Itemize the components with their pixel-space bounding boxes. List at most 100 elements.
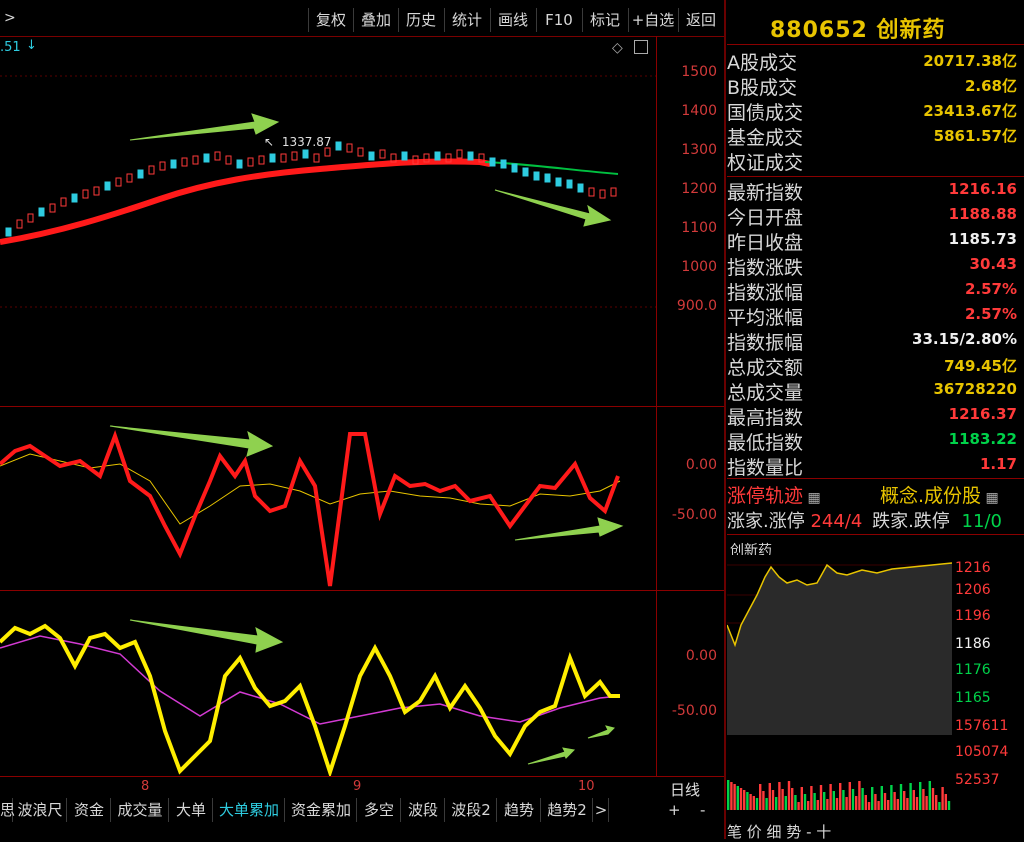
stat-label: 基金成交 [727,127,804,149]
volume-bar [730,782,733,810]
volume-bar [765,798,768,810]
volume-bar [922,789,925,810]
stat-row: 平均涨幅 2.57% [727,303,1017,329]
candle [170,159,177,169]
zoom-in-button[interactable]: + [668,801,681,819]
tabs-scroll-right-icon[interactable]: > [594,798,609,822]
mini-volume-tick: 52537 [955,772,1000,788]
tab-trend[interactable]: 趋势 [498,798,541,822]
candle [192,155,199,165]
overlay-button[interactable]: 叠加 [353,8,398,32]
index-title: 880652 创新药 [770,12,946,44]
stat-value: 30.43 [969,255,1017,273]
stat-value: 2.57% [964,305,1017,323]
volume-bar [842,790,845,810]
tab-big-order-cumulative[interactable]: 大单累加 [214,798,285,822]
mark-button[interactable]: 标记 [582,8,627,32]
y-tick: -50.00 [671,703,717,719]
mini-price-tick: 1165 [955,690,991,706]
stat-value: 5861.57亿 [933,127,1017,145]
candle [247,157,254,167]
mini-volume-tick: 105074 [955,744,1009,760]
mini-volume-tick: 157611 [955,718,1009,734]
x-label-month: 10 [578,779,595,794]
period-label[interactable]: 日线 [670,779,700,800]
volume-bar [813,793,816,810]
candle [82,189,89,199]
candle [577,183,584,193]
stat-value: 749.45亿 [944,357,1017,375]
fuquan-button[interactable]: 复权 [308,8,353,32]
f10-button[interactable]: F10 [536,8,581,32]
y-tick: 1300 [681,142,717,158]
volume-bar [928,781,931,810]
volume-bar [810,786,813,810]
volume-bar [826,799,829,810]
tab-volume[interactable]: 成交量 [112,798,169,822]
tab-band[interactable]: 波段 [402,798,445,822]
y-tick: 900.0 [676,298,717,314]
index-name: 创新药 [876,18,946,43]
statistics-button[interactable]: 统计 [444,8,489,32]
stat-label: 指数量比 [727,457,804,479]
add-watchlist-button[interactable]: +自选 [628,8,677,32]
stat-label: B股成交 [727,77,798,99]
volume-bar [925,796,928,810]
volume-bar [807,801,810,810]
stat-row: B股成交 2.68亿 [727,73,1017,99]
indicator1-signal-line [0,453,621,525]
volume-bar [883,793,887,810]
volume-bar [899,784,903,810]
stat-row: 总成交额 749.45亿 [727,353,1017,379]
volume-bar [938,802,941,810]
volume-bar [935,795,938,810]
concept-label: 概念.成份股 [880,485,982,507]
candle [379,149,386,159]
concept-constituents[interactable]: 概念.成份股 ▦ [880,481,999,508]
candle [291,151,298,161]
candle [544,173,551,183]
stat-value: 2.57% [964,280,1017,298]
mini-price-tick: 1216 [955,560,991,576]
mini-price-tick: 1176 [955,662,991,678]
volume-bar [749,794,752,810]
volume-bar [746,792,749,810]
candle [610,187,617,197]
volume-bar [919,782,922,810]
volume-bar [864,795,867,810]
tab-truncated[interactable]: 思 [0,798,15,822]
panel-divider [0,776,724,777]
zoom-out-button[interactable]: - [700,801,705,819]
candle [522,167,529,177]
candle [93,186,100,196]
stat-row: 最低指数 1183.22 [727,428,1017,454]
candle [511,163,518,173]
chart-toolbar: > 复权 叠加 历史 统计 画线 F10 标记 +自选 返回 [0,0,724,37]
draw-line-button[interactable]: 画线 [490,8,535,32]
stat-label: 最低指数 [727,432,804,454]
stat-value: 1216.37 [948,405,1017,423]
mini-chart-divider [727,534,1024,535]
candle [126,173,133,183]
tab-long-short[interactable]: 多空 [358,798,401,822]
candle [599,189,606,199]
volume-bar [858,781,861,810]
volume-bar [896,799,899,810]
volume-bar [775,797,778,810]
history-button[interactable]: 历史 [398,8,443,32]
tab-band2[interactable]: 波段2 [446,798,497,822]
expand-arrow-icon[interactable]: > [4,10,16,26]
volume-bar [871,787,874,810]
tab-capital[interactable]: 资金 [68,798,111,822]
back-button[interactable]: 返回 [678,8,723,32]
volume-bar [784,796,787,810]
volume-bar [743,790,746,810]
tab-big-order[interactable]: 大单 [170,798,213,822]
tab-capital-cumulative[interactable]: 资金累加 [286,798,357,822]
candle [401,151,408,161]
stat-value: 2.68亿 [964,77,1017,95]
limit-track-title[interactable]: 涨停轨迹 ▦ [727,481,821,508]
tab-wave-ruler[interactable]: 波浪尺 [14,798,67,822]
tab-trend2[interactable]: 趋势2 [542,798,593,822]
candle [324,147,331,157]
